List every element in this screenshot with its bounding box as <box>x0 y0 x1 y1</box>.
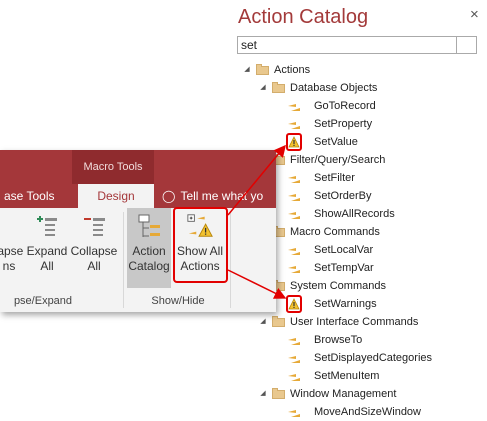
action-icon <box>288 248 300 255</box>
tab-database-tools[interactable]: ase Tools <box>0 184 60 208</box>
folder-icon <box>256 64 269 75</box>
expand-all-button[interactable]: Expand All <box>26 208 68 288</box>
action-icon <box>288 104 300 111</box>
highlight-show-all-actions <box>173 207 228 283</box>
tree-item-label: SetProperty <box>314 118 373 130</box>
collapse-all-label-1: Collapse <box>70 244 118 258</box>
expand-all-icon <box>37 216 57 236</box>
search-box <box>237 36 477 54</box>
action-icon <box>288 410 300 417</box>
tree-item-label: MoveAndSizeWindow <box>314 406 421 418</box>
ribbon-tab-bar: ase Tools Design ◯ Tell me what yo <box>0 184 276 208</box>
tree-folder[interactable]: ◢ User Interface Commands <box>230 314 487 330</box>
collapse-actions-label-1: lapse <box>0 244 24 258</box>
collapse-all-label-2: All <box>87 259 101 273</box>
lightbulb-icon: ◯ <box>162 189 176 203</box>
tree-item-label: Macro Commands <box>290 226 380 238</box>
tell-me-box[interactable]: ◯ Tell me what yo <box>162 184 263 208</box>
folder-icon <box>272 82 285 93</box>
tree-item-label: SetDisplayedCategories <box>314 352 433 364</box>
group-separator <box>230 212 231 308</box>
tree-item-label: Database Objects <box>290 82 378 94</box>
action-catalog-icon <box>138 214 160 237</box>
tree-action[interactable]: SetMenuItem <box>230 368 487 384</box>
tree-item-label: SetMenuItem <box>314 370 380 382</box>
tree-item-label: SetTempVar <box>314 262 374 274</box>
warning-icon <box>286 295 302 313</box>
tree-action[interactable]: SetProperty <box>230 116 487 132</box>
tree-item-label: ShowAllRecords <box>314 208 395 220</box>
tree-action[interactable]: SetDisplayedCategories <box>230 350 487 366</box>
contextual-tab-macro-tools: Macro Tools <box>72 150 154 184</box>
tree-item-label: SetValue <box>314 136 358 148</box>
action-catalog-label-2: Catalog <box>128 259 170 273</box>
tree-action[interactable]: SetValue <box>230 133 487 151</box>
expand-triangle-icon[interactable]: ◢ <box>258 80 268 96</box>
tree-item-label: SetLocalVar <box>314 244 374 256</box>
warning-icon <box>286 133 302 151</box>
action-icon <box>288 374 300 381</box>
tree-item-label: GoToRecord <box>314 100 376 112</box>
action-icon <box>288 212 300 219</box>
action-icon <box>288 194 300 201</box>
collapse-actions-button[interactable]: lapsens <box>0 208 24 288</box>
tree-item-label: BrowseTo <box>314 334 363 346</box>
tree-item-label: System Commands <box>290 280 386 292</box>
collapse-actions-label-2: ns <box>2 259 16 273</box>
action-catalog-button[interactable]: Action Catalog <box>127 208 171 288</box>
group-label-show-hide: Show/Hide <box>151 295 205 307</box>
collapse-all-button[interactable]: Collapse All <box>70 208 118 288</box>
action-icon <box>288 266 300 273</box>
expand-all-label-2: All <box>40 259 54 273</box>
tree-item-label: Window Management <box>290 388 397 400</box>
action-icon <box>288 356 300 363</box>
tree-action[interactable]: GoToRecord <box>230 98 487 114</box>
tree-item-label: SetWarnings <box>314 298 377 310</box>
action-icon <box>288 338 300 345</box>
expand-all-label-1: Expand <box>26 244 68 258</box>
search-button[interactable] <box>456 37 476 53</box>
tree-item-label: Actions <box>274 64 311 76</box>
tab-design[interactable]: Design <box>78 184 154 208</box>
tell-me-label: Tell me what yo <box>180 189 264 203</box>
tree-folder[interactable]: ◢ Actions <box>230 62 487 78</box>
action-icon <box>288 176 300 183</box>
pane-title: Action Catalog <box>238 6 369 28</box>
ribbon-screenshot: Macro Tools ase Tools Design ◯ Tell me wh… <box>0 150 276 312</box>
ribbon-body: lapsens ExpandAll CollapseAll <box>0 208 276 312</box>
tree-action[interactable]: BrowseTo <box>230 332 487 348</box>
tree-item-label: SetFilter <box>314 172 355 184</box>
tree-action[interactable]: MoveAndSizeWindow <box>230 404 487 420</box>
expand-triangle-icon[interactable]: ◢ <box>242 62 252 78</box>
action-catalog-label-1: Action <box>132 244 166 258</box>
tree-folder[interactable]: ◢ Window Management <box>230 386 487 402</box>
close-icon[interactable]: × <box>470 6 479 23</box>
group-label-collapse-expand: pse/Expand <box>13 295 73 307</box>
action-icon <box>288 122 300 129</box>
expand-triangle-icon[interactable]: ◢ <box>258 314 268 330</box>
search-input[interactable] <box>238 37 463 53</box>
tree-item-label: SetOrderBy <box>314 190 372 202</box>
folder-icon <box>272 388 285 399</box>
expand-triangle-icon[interactable]: ◢ <box>258 386 268 402</box>
tree-item-label: Filter/Query/Search <box>290 154 386 166</box>
folder-icon <box>272 316 285 327</box>
tree-item-label: User Interface Commands <box>290 316 419 328</box>
tree-folder[interactable]: ◢ Database Objects <box>230 80 487 96</box>
collapse-all-icon <box>84 218 105 236</box>
group-separator <box>123 212 124 308</box>
